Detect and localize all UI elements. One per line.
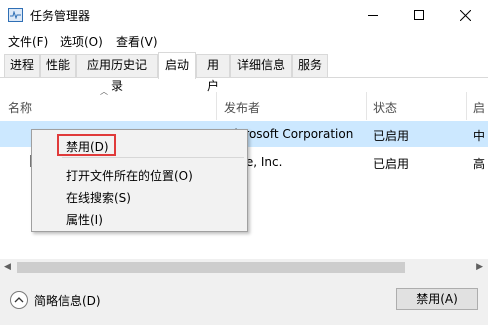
window-title: 任务管理器 [30,9,91,23]
chevron-up-icon[interactable] [10,291,28,309]
task-manager-icon [8,8,23,22]
tab-processes[interactable]: 进程 [4,54,40,77]
scroll-right-icon[interactable]: ▶ [476,262,483,272]
column-divider[interactable] [216,92,217,120]
tab-startup[interactable]: 启动 [158,52,196,79]
menu-separator [62,157,244,158]
ctx-search-online[interactable]: 在线搜索(S) [66,189,131,206]
ctx-properties[interactable]: 属性(I) [66,211,103,228]
context-menu: 禁用(D) 打开文件所在的位置(O) 在线搜索(S) 属性(I) [31,129,248,232]
column-name[interactable]: 名称 [8,99,32,116]
column-divider[interactable] [366,92,367,120]
row-impact: 高 [473,157,486,171]
minimize-button[interactable] [350,0,396,30]
column-status[interactable]: 状态 [373,99,397,116]
minimize-icon [368,14,378,16]
scroll-left-icon[interactable]: ◀ [4,262,11,272]
close-button[interactable] [442,0,488,30]
fewer-details-link[interactable]: 简略信息(D) [34,292,101,309]
ctx-disable[interactable]: 禁用(D) [66,138,109,155]
tab-performance[interactable]: 性能 [40,54,76,77]
tab-bar: 进程 性能 应用历史记录 启动 用户 详细信息 服务 [0,52,488,93]
status-bar: 简略信息(D) 禁用(A) [0,276,488,325]
column-header-row: 名称 发布者 状态 启 [0,92,488,120]
disable-button[interactable]: 禁用(A) [396,288,478,310]
column-publisher[interactable]: 发布者 [224,99,260,116]
maximize-icon [414,10,424,20]
tab-app-history[interactable]: 应用历史记录 [76,54,158,93]
ctx-open-file-location[interactable]: 打开文件所在的位置(O) [66,167,193,184]
row-status: 已启用 [373,157,410,171]
column-divider[interactable] [466,92,467,120]
tab-services[interactable]: 服务 [292,54,328,77]
row-impact: 中 [473,129,486,143]
menu-bar: 文件(F) 选项(O) 查看(V) [0,30,488,50]
tab-details[interactable]: 详细信息 [230,54,292,77]
menu-options[interactable]: 选项(O) [60,33,103,50]
tab-users[interactable]: 用户 [196,54,230,93]
maximize-button[interactable] [396,0,442,30]
menu-file[interactable]: 文件(F) [8,33,48,50]
row-status: 已启用 [373,129,410,143]
title-bar: 任务管理器 [0,0,488,30]
horizontal-scrollbar[interactable]: ◀ ▶ [0,259,488,276]
menu-view[interactable]: 查看(V) [116,33,158,50]
close-icon [459,9,471,21]
column-startup-impact[interactable]: 启 [473,99,485,116]
scrollbar-thumb[interactable] [17,262,405,273]
